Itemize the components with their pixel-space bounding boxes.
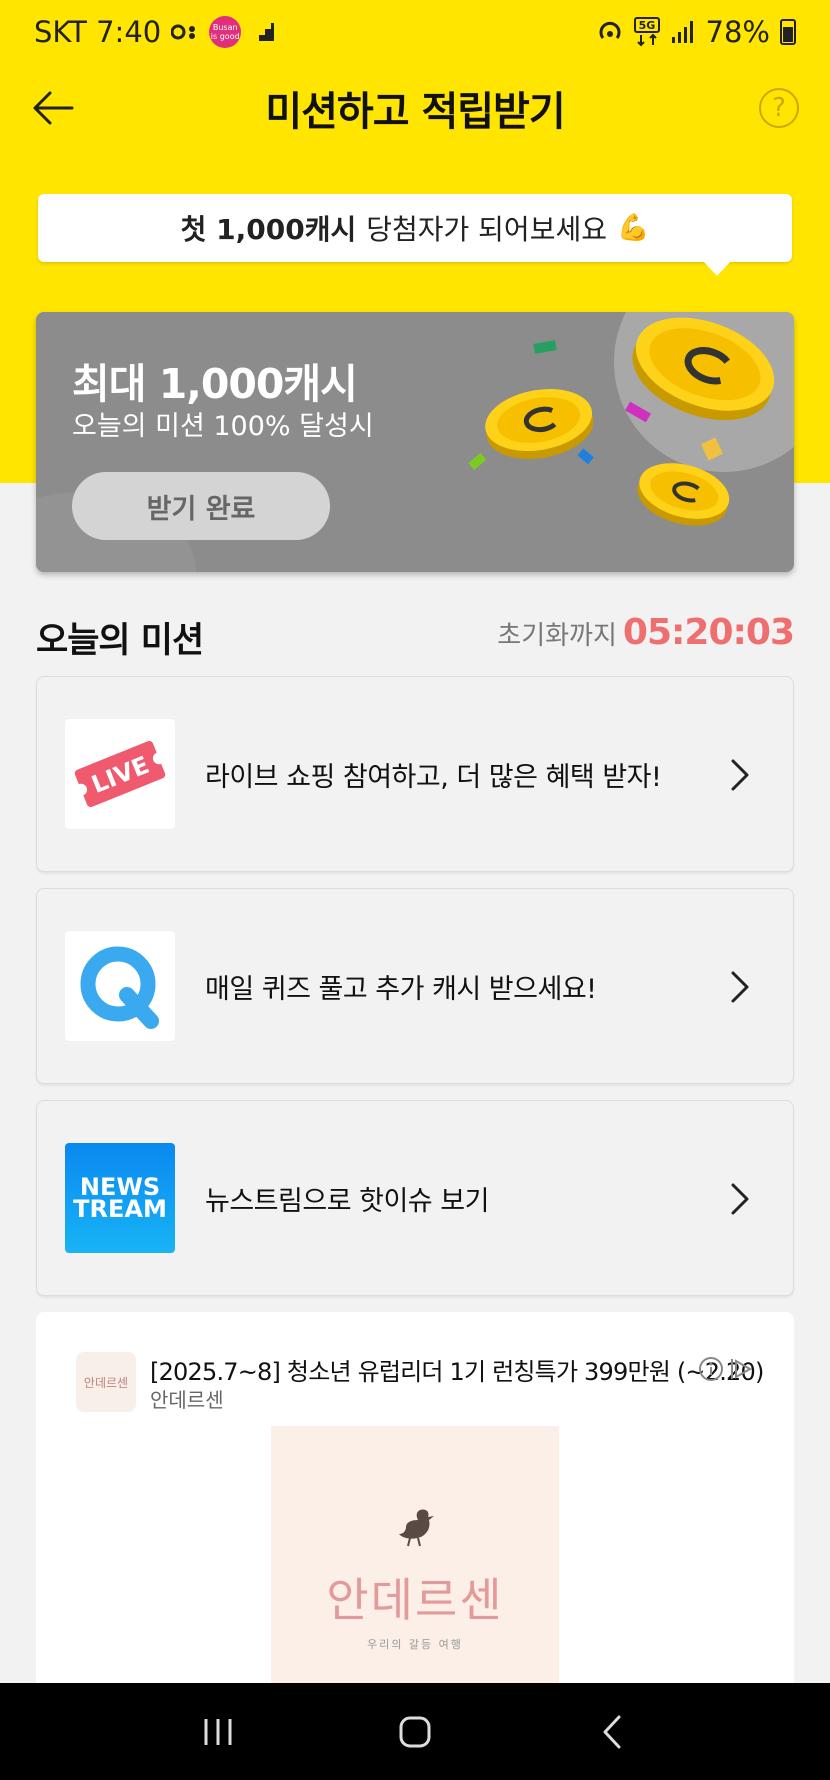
system-nav-bar — [0, 1683, 830, 1780]
live-ticket-graphic: LIVE — [74, 740, 166, 808]
carrier-time: SKT 7:40 — [34, 15, 162, 49]
duck-icon — [399, 1509, 434, 1547]
mission-item-live[interactable]: LIVE 라이브 쇼핑 참여하고, 더 많은 혜택 받자! — [36, 676, 794, 872]
help-icon[interactable]: ? — [759, 88, 799, 128]
status-bar: SKT 7:40 Busan is good 5G 78% — [0, 0, 830, 64]
app-header: 미션하고 적립받기 ? — [0, 70, 830, 146]
mission-text: 라이브 쇼핑 참여하고, 더 많은 혜택 받자! — [205, 761, 662, 793]
home-button[interactable] — [385, 1707, 445, 1757]
ad-image[interactable]: 안데르센 우리의 갈등 여행 — [271, 1426, 559, 1692]
recent-apps-button[interactable] — [188, 1707, 248, 1757]
ad-info-icon[interactable] — [698, 1356, 724, 1382]
mission-text: 뉴스트림으로 핫이슈 보기 — [205, 1185, 489, 1217]
back-chevron-icon — [603, 1715, 621, 1748]
ad-brand: 안데르센 — [150, 1388, 224, 1412]
ad-card[interactable]: 안데르센 [2025.7~8] 청소년 유럽리더 1기 런칭특가 399만원 (… — [36, 1312, 794, 1692]
promo-bubble: 첫 1,000캐시 당첨자가 되어보세요 💪 — [38, 194, 792, 276]
quiz-q-graphic — [80, 946, 159, 1029]
link-icon — [171, 24, 196, 40]
reset-label: 초기화까지 — [497, 621, 617, 651]
reset-countdown: 초기화까지 05:20:03 — [497, 612, 795, 653]
chevron-right-icon — [731, 971, 749, 1003]
claim-complete-button[interactable]: 받기 완료 — [72, 472, 330, 540]
ad-title[interactable]: [2025.7~8] 청소년 유럽리더 1기 런칭특가 399만원 (~2.20… — [150, 1352, 764, 1387]
network-5g-icon: 5G — [633, 17, 660, 47]
battery-percent: 78% — [705, 15, 770, 49]
chevron-right-icon — [731, 759, 749, 791]
promo-bold-text: 첫 1,000캐시 — [180, 213, 357, 246]
newstream-icon: NEWS TREAM — [65, 1143, 175, 1253]
busan-badge-icon: Busan is good — [209, 16, 242, 48]
live-ticket-icon: LIVE — [65, 719, 175, 829]
mission-heading: 오늘의 미션 — [36, 621, 204, 661]
ad-choices[interactable] — [698, 1356, 754, 1382]
signal-icon — [671, 21, 693, 43]
hotspot-icon — [599, 21, 620, 39]
coins-illustration-icon — [468, 317, 775, 526]
back-arrow-icon[interactable] — [30, 84, 78, 132]
battery-icon — [780, 19, 796, 45]
svg-text:5G: 5G — [638, 19, 655, 32]
mission-text: 매일 퀴즈 풀고 추가 캐시 받으세요! — [205, 973, 597, 1005]
ad-brand-logo: 안데르센 — [76, 1352, 136, 1412]
page-title: 미션하고 적립받기 — [265, 89, 565, 135]
home-icon — [399, 1716, 431, 1747]
ad-image-tagline: 우리의 갈등 여행 — [367, 1638, 463, 1651]
promo-text: 당첨자가 되어보세요 — [366, 213, 607, 246]
back-button[interactable] — [582, 1707, 642, 1757]
mission-item-quiz[interactable]: 매일 퀴즈 풀고 추가 캐시 받으세요! — [36, 888, 794, 1084]
quiz-q-icon — [65, 931, 175, 1041]
recent-apps-icon — [204, 1718, 232, 1745]
reward-title: 최대 1,000캐시 — [72, 360, 358, 408]
chevron-right-icon — [731, 1183, 749, 1215]
reward-card: 최대 1,000캐시 오늘의 미션 100% 달성시 받기 완료 — [36, 312, 794, 572]
flexed-arm-icon: 💪 — [616, 213, 650, 243]
reset-timer: 05:20:03 — [622, 612, 795, 653]
mission-item-newstream[interactable]: NEWS TREAM 뉴스트림으로 핫이슈 보기 — [36, 1100, 794, 1296]
newstream-label-2: TREAM — [73, 1195, 167, 1223]
ad-play-icon[interactable] — [728, 1356, 754, 1382]
ad-image-brand-name: 안데르센 — [326, 1573, 504, 1627]
stairs-icon — [253, 23, 275, 41]
reward-subtitle: 오늘의 미션 100% 달성시 — [72, 411, 374, 442]
